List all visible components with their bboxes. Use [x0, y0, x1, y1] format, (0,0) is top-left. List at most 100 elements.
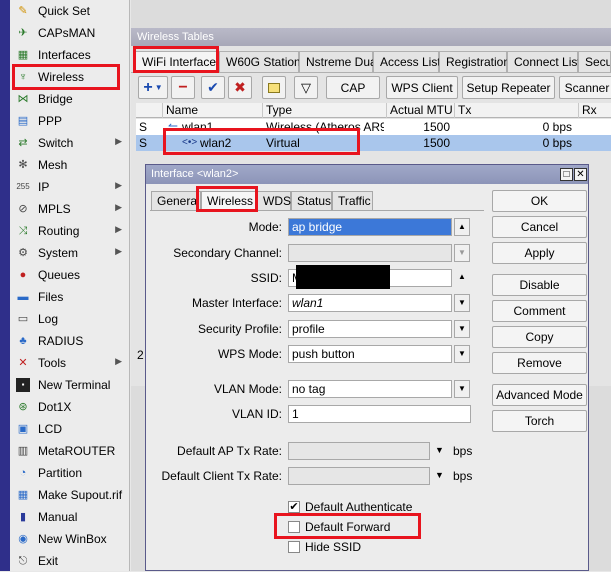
add-button[interactable]: + ▼: [138, 76, 168, 99]
default-client-tx-rate-dropdown-icon[interactable]: ▼: [435, 470, 444, 480]
queues-icon: ●: [19, 269, 27, 281]
vlan-mode-dropdown-icon[interactable]: ▼: [454, 380, 470, 398]
default-authenticate-label: Default Authenticate: [305, 500, 413, 514]
table-row-selected[interactable]: S <•> wlan2 Virtual 1500 0 bps: [136, 135, 611, 151]
partition-icon: ◔: [19, 467, 27, 479]
secondary-channel-dropdown-icon[interactable]: ▼: [454, 244, 470, 262]
filter-button[interactable]: ▽: [294, 76, 318, 99]
sidebar-item-partition[interactable]: ◔ Partition: [10, 462, 130, 484]
sidebar-item-lcd[interactable]: ▣ LCD: [10, 418, 130, 440]
sidebar-item-wireless[interactable]: ♆ Wireless: [10, 66, 130, 88]
tab-security[interactable]: Secur: [578, 51, 611, 72]
tab-nstreme-dual[interactable]: Nstreme Dual: [299, 51, 379, 72]
tab-w60g-station[interactable]: W60G Station: [219, 51, 301, 72]
dropdown-arrow-icon: ▼: [154, 83, 163, 92]
sidebar-item-tools[interactable]: ✕ Tools ▶: [10, 352, 130, 374]
sidebar-item-mpls[interactable]: ⊘ MPLS ▶: [10, 198, 130, 220]
column-header-type[interactable]: Type: [262, 103, 386, 118]
sidebar-menu: ✎ Quick Set ✈ CAPsMAN ▦ Interfaces ♆ Wir…: [10, 0, 130, 571]
default-ap-tx-rate-dropdown-icon[interactable]: ▼: [435, 445, 444, 455]
ssid-collapse-icon[interactable]: ▲: [454, 269, 470, 287]
sidebar-item-files[interactable]: ▬ Files: [10, 286, 130, 308]
sidebar-item-label: Switch: [38, 136, 74, 150]
default-authenticate-checkbox[interactable]: ✔: [288, 501, 300, 513]
sidebar-item-interfaces[interactable]: ▦ Interfaces: [10, 44, 130, 66]
scanner-button[interactable]: Scanner: [559, 76, 611, 99]
sidebar-item-log[interactable]: ▭ Log: [10, 308, 130, 330]
close-icon[interactable]: ✕: [574, 168, 587, 181]
mode-dropdown-icon[interactable]: ▲: [454, 218, 470, 236]
comment-button[interactable]: [262, 76, 286, 99]
sidebar-item-mesh[interactable]: ✻ Mesh: [10, 154, 130, 176]
wps-mode-dropdown-icon[interactable]: ▼: [454, 345, 470, 363]
default-ap-tx-rate-input[interactable]: [288, 442, 430, 460]
sidebar-item-new-terminal[interactable]: ▪ New Terminal: [10, 374, 130, 396]
sidebar-item-radius[interactable]: ♣ RADIUS: [10, 330, 130, 352]
enable-button[interactable]: ✔: [201, 76, 225, 99]
tab-access-list[interactable]: Access List: [373, 51, 441, 72]
ok-button[interactable]: OK: [492, 190, 587, 212]
sidebar-item-manual[interactable]: ▮ Manual: [10, 506, 130, 528]
advanced-mode-button[interactable]: Advanced Mode: [492, 384, 587, 406]
tab-connect-list[interactable]: Connect List: [507, 51, 581, 72]
hide-ssid-checkbox[interactable]: [288, 541, 300, 553]
sidebar-item-routing[interactable]: ⤨ Routing ▶: [10, 220, 130, 242]
tab-wifi-interfaces[interactable]: WiFi Interfaces: [135, 51, 222, 72]
tab-wds[interactable]: WDS: [257, 191, 291, 210]
disable-button[interactable]: Disable: [492, 274, 587, 296]
security-profile-select[interactable]: profile: [288, 320, 452, 338]
security-profile-dropdown-icon[interactable]: ▼: [454, 320, 470, 338]
sidebar-item-ip[interactable]: 255 IP ▶: [10, 176, 130, 198]
table-row[interactable]: S ⇋ wlan1 Wireless (Atheros AR9... 1500 …: [136, 119, 611, 135]
remove-button[interactable]: −: [171, 76, 195, 99]
apply-button[interactable]: Apply: [492, 242, 587, 264]
default-client-tx-rate-input[interactable]: [288, 467, 430, 485]
sidebar-item-exit[interactable]: ⎋ Exit: [10, 550, 130, 572]
tab-registration[interactable]: Registration: [439, 51, 510, 72]
setup-repeater-button[interactable]: Setup Repeater: [462, 76, 555, 99]
default-forward-checkbox[interactable]: [288, 521, 300, 533]
sidebar-item-metarouter[interactable]: ▥ MetaROUTER: [10, 440, 130, 462]
comment-button[interactable]: Comment: [492, 300, 587, 322]
sidebar-item-queues[interactable]: ● Queues: [10, 264, 130, 286]
sidebar-item-label: Interfaces: [38, 48, 91, 62]
column-header-mtu[interactable]: Actual MTU: [386, 103, 454, 118]
tab-status[interactable]: Status: [291, 191, 332, 210]
mesh-icon: ✻: [18, 159, 28, 171]
remove-button[interactable]: Remove: [492, 352, 587, 374]
submenu-arrow-icon: ▶: [115, 180, 122, 190]
torch-button[interactable]: Torch: [492, 410, 587, 432]
wps-mode-select[interactable]: push button: [288, 345, 452, 363]
disable-button[interactable]: ✖: [228, 76, 252, 99]
vlan-id-input[interactable]: 1: [288, 405, 471, 423]
column-header-name[interactable]: Name: [162, 103, 262, 118]
sidebar-item-system[interactable]: ⚙ System ▶: [10, 242, 130, 264]
secondary-channel-select[interactable]: [288, 244, 452, 262]
sidebar-item-ppp[interactable]: ▤ PPP: [10, 110, 130, 132]
sidebar-item-switch[interactable]: ⇄ Switch ▶: [10, 132, 130, 154]
sidebar-item-bridge[interactable]: ⋈ Bridge: [10, 88, 130, 110]
switch-icon: ⇄: [18, 137, 28, 149]
column-header-tx[interactable]: Tx: [454, 103, 578, 118]
sidebar-item-dot1x[interactable]: ⊛ Dot1X: [10, 396, 130, 418]
tab-wireless[interactable]: Wireless: [201, 191, 257, 210]
supout-icon: ▦: [17, 489, 29, 501]
sidebar-item-make-supout[interactable]: ▦ Make Supout.rif: [10, 484, 130, 506]
cancel-button[interactable]: Cancel: [492, 216, 587, 238]
hide-ssid-label: Hide SSID: [305, 540, 362, 554]
column-header-rx[interactable]: Rx: [578, 103, 611, 118]
cap-button[interactable]: CAP: [326, 76, 380, 99]
master-interface-dropdown-icon[interactable]: ▼: [454, 294, 470, 312]
copy-button[interactable]: Copy: [492, 326, 587, 348]
wps-client-button[interactable]: WPS Client: [386, 76, 458, 99]
sidebar-item-new-winbox[interactable]: ◉ New WinBox: [10, 528, 130, 550]
vlan-mode-select[interactable]: no tag: [288, 380, 452, 398]
sidebar-item-capsman[interactable]: ✈ CAPsMAN: [10, 22, 130, 44]
tab-general[interactable]: General: [151, 191, 201, 210]
maximize-icon[interactable]: □: [560, 168, 573, 181]
tab-traffic[interactable]: Traffic: [332, 191, 373, 210]
master-interface-select[interactable]: wlan1: [288, 294, 452, 312]
sidebar-item-quick-set[interactable]: ✎ Quick Set: [10, 0, 130, 22]
row-mtu: 1500: [423, 136, 450, 150]
mode-select[interactable]: ap bridge: [288, 218, 452, 236]
